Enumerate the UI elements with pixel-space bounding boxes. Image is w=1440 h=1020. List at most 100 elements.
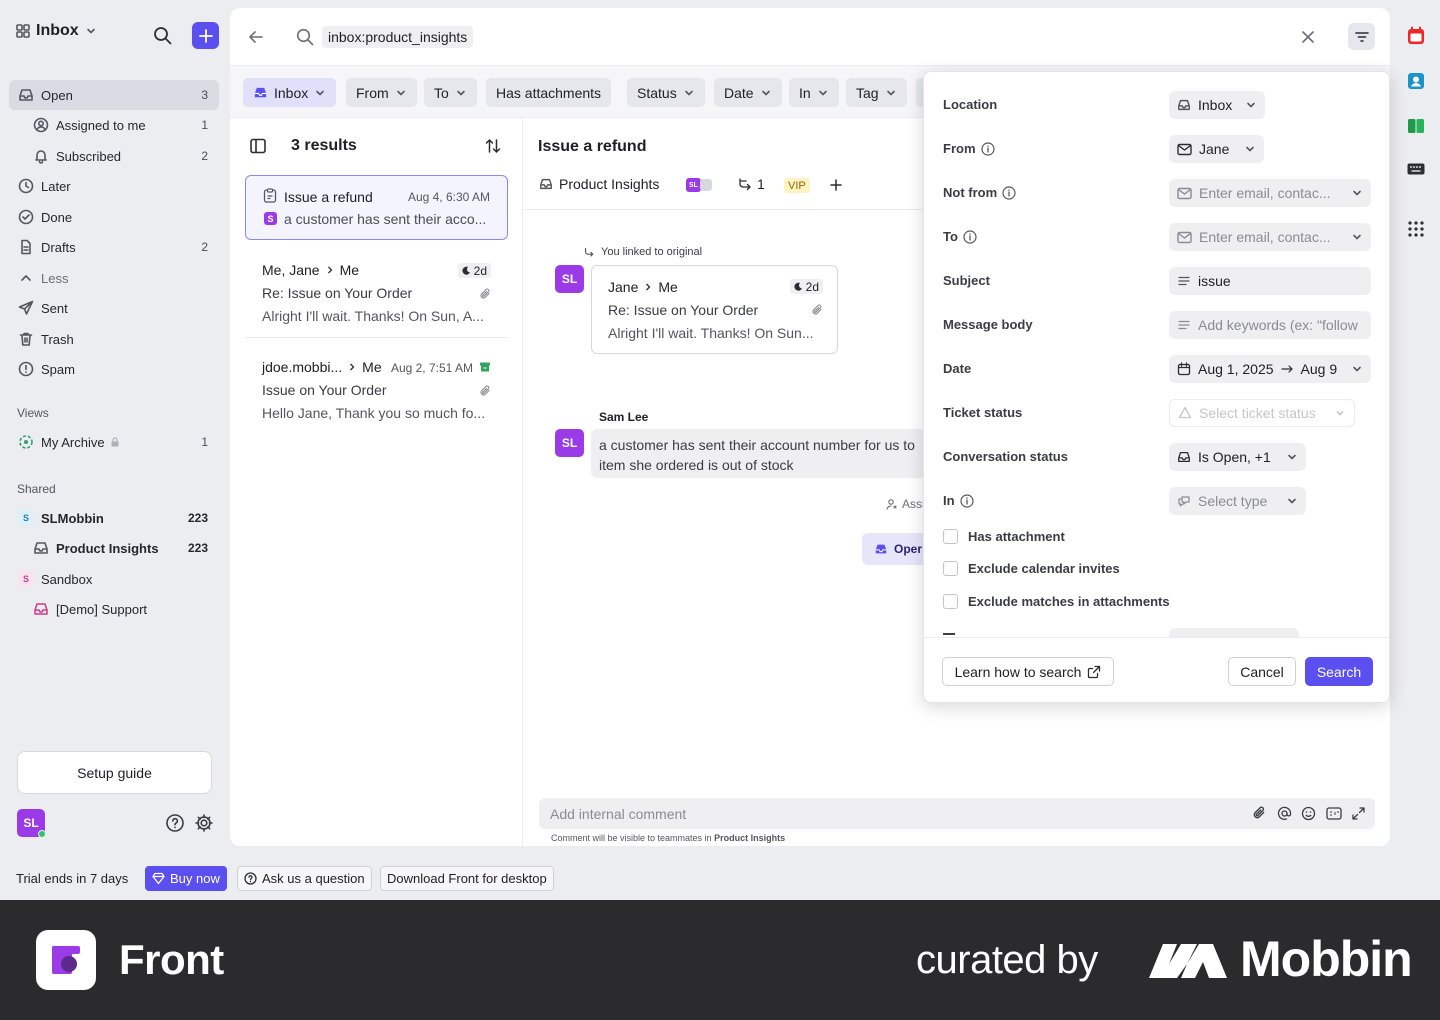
sidebar-item-done[interactable]: Done xyxy=(9,202,219,232)
learn-search-button[interactable]: Learn how to search xyxy=(942,657,1114,686)
gear-icon[interactable] xyxy=(194,813,214,833)
checkbox-box[interactable] xyxy=(943,561,958,576)
search-icon[interactable] xyxy=(153,26,172,45)
sidebar-item-label: My Archive xyxy=(41,434,105,450)
conversation-inbox[interactable]: Product Insights xyxy=(539,176,659,192)
inbox-title: Inbox xyxy=(36,22,79,39)
close-icon[interactable] xyxy=(1300,29,1316,45)
at-mention-icon[interactable] xyxy=(1277,806,1292,821)
in-type-select[interactable]: Select type xyxy=(1169,487,1306,515)
sidebar-item-subscribed[interactable]: Subscribed 2 xyxy=(9,141,219,171)
calendar-app-icon[interactable] xyxy=(1406,26,1426,46)
sidebar-item-assigned[interactable]: Assigned to me 1 xyxy=(9,110,219,140)
inbox-switcher[interactable]: Inbox xyxy=(16,22,97,40)
sidebar-item-sent[interactable]: Sent xyxy=(9,293,219,323)
link-arrow-icon xyxy=(739,178,751,191)
chip-tag[interactable]: Tag xyxy=(846,78,907,107)
ticket-status-placeholder: Select ticket status xyxy=(1199,405,1316,421)
chevron-down-icon xyxy=(396,90,405,95)
result-card[interactable]: Issue a refund Aug 4, 6:30 AM S a custom… xyxy=(245,175,508,240)
sidebar-item-product-insights[interactable]: Product Insights 223 xyxy=(9,533,219,563)
filter-label-text: To xyxy=(943,229,958,244)
paperclip-icon[interactable] xyxy=(1252,806,1266,820)
chip-in[interactable]: In xyxy=(789,78,839,107)
chip-inbox[interactable]: Inbox xyxy=(243,78,337,107)
search-button[interactable]: Search xyxy=(1305,657,1373,686)
result-card[interactable]: jdoe.mobbi... Me Aug 2, 7:51 AM Issue on… xyxy=(245,355,508,435)
sidebar-item-sandbox[interactable]: S Sandbox xyxy=(9,564,219,594)
apps-grid-icon[interactable] xyxy=(1406,219,1426,239)
subject-input[interactable]: issue xyxy=(1169,267,1371,295)
sidebar-item-demo-support[interactable]: [Demo] Support xyxy=(9,594,219,624)
sidebar-toggle-icon[interactable] xyxy=(249,137,267,155)
mail-icon xyxy=(1177,143,1192,155)
emoji-icon[interactable] xyxy=(1301,806,1316,821)
sort-arrows-icon[interactable] xyxy=(485,137,501,155)
chip-from[interactable]: From xyxy=(346,78,417,107)
plus-icon[interactable] xyxy=(829,178,843,192)
tag-vip[interactable]: VIP xyxy=(784,178,810,193)
linked-count[interactable]: 1 xyxy=(738,176,765,192)
back-arrow-icon[interactable] xyxy=(247,28,265,46)
result-subject: Issue on Your Order xyxy=(262,382,387,398)
not-from-input[interactable]: Enter email, contac... xyxy=(1169,179,1371,207)
checkbox-label: Exclude calendar invites xyxy=(968,561,1120,576)
sidebar-item-less[interactable]: Less xyxy=(9,263,219,293)
sidebar-item-label: SLMobbin xyxy=(41,510,104,526)
sidebar-item-label: Assigned to me xyxy=(56,117,146,133)
location-select[interactable]: Inbox xyxy=(1169,91,1266,119)
cancel-button[interactable]: Cancel xyxy=(1228,657,1296,686)
has-attachment-checkbox[interactable]: Has attachment xyxy=(943,529,1065,544)
in-type-placeholder: Select type xyxy=(1198,493,1268,509)
contacts-app-icon[interactable] xyxy=(1406,71,1426,91)
keyboard-icon[interactable] xyxy=(1406,159,1426,179)
date-range-select[interactable]: Aug 1, 2025 Aug 9 xyxy=(1169,355,1371,383)
result-to: Me xyxy=(362,359,382,375)
ticket-status-select[interactable]: Select ticket status xyxy=(1169,399,1355,427)
inbox-tray-icon xyxy=(34,603,48,615)
assignee-avatar[interactable]: SL xyxy=(686,178,701,192)
linked-conversation-card[interactable]: Jane Me 2d Re: Issue on Your Order Alrig… xyxy=(591,265,838,354)
search-query-token[interactable]: inbox:product_insights xyxy=(322,26,474,48)
chip-date[interactable]: Date xyxy=(714,78,782,107)
buy-now-button[interactable]: Buy now xyxy=(145,866,227,891)
checkbox-box[interactable] xyxy=(943,594,958,609)
inbox-tray-icon xyxy=(1178,451,1190,463)
result-card[interactable]: Me, Jane Me 2d Re: Issue on Your Order A… xyxy=(245,258,508,338)
filter-label-not-from: Not from xyxy=(943,185,1016,200)
views-heading: Views xyxy=(17,406,49,420)
sidebar-item-slmobbin[interactable]: S SLMobbin 223 xyxy=(9,503,219,533)
download-desktop-button[interactable]: Download Front for desktop xyxy=(380,866,554,891)
ask-question-button[interactable]: Ask us a question xyxy=(237,866,372,891)
sidebar-item-spam[interactable]: Spam xyxy=(9,354,219,384)
result-title: Issue a refund xyxy=(284,189,373,205)
sidebar-item-drafts[interactable]: Drafts 2 xyxy=(9,232,219,262)
expand-icon[interactable] xyxy=(1351,806,1366,821)
sidebar-item-my-archive[interactable]: My Archive 1 xyxy=(9,427,219,457)
setup-guide-button[interactable]: Setup guide xyxy=(17,751,212,794)
sidebar-item-trash[interactable]: Trash xyxy=(9,324,219,354)
chip-has-attachments[interactable]: Has attachments xyxy=(486,78,612,107)
assign-event-text: Assi xyxy=(902,497,925,511)
info-icon xyxy=(963,229,977,244)
checkbox-box[interactable] xyxy=(943,529,958,544)
compose-button[interactable] xyxy=(192,22,219,49)
sidebar-item-later[interactable]: Later xyxy=(9,171,219,201)
chip-status[interactable]: Status xyxy=(627,78,705,107)
chip-to[interactable]: To xyxy=(424,78,477,107)
exclude-calendar-checkbox[interactable]: Exclude calendar invites xyxy=(943,561,1120,576)
conversation-status-select[interactable]: Is Open, +1 xyxy=(1169,443,1306,471)
sidebar-item-open[interactable]: Open 3 xyxy=(9,80,219,110)
sidebar-item-count: 1 xyxy=(201,118,208,132)
comment-input[interactable]: Add internal comment xyxy=(539,798,1375,829)
help-icon[interactable] xyxy=(165,813,185,833)
to-input[interactable]: Enter email, contac... xyxy=(1169,223,1371,251)
message-body-input[interactable]: Add keywords (ex: "follow xyxy=(1169,311,1371,339)
gif-icon[interactable] xyxy=(1326,806,1342,821)
linked-time: 2d xyxy=(805,279,819,294)
from-select[interactable]: Jane xyxy=(1169,135,1265,163)
filter-toggle-button[interactable] xyxy=(1348,23,1375,50)
book-app-icon[interactable] xyxy=(1406,116,1426,136)
exclude-attachments-checkbox[interactable]: Exclude matches in attachments xyxy=(943,594,1170,609)
search-icon xyxy=(296,28,314,46)
